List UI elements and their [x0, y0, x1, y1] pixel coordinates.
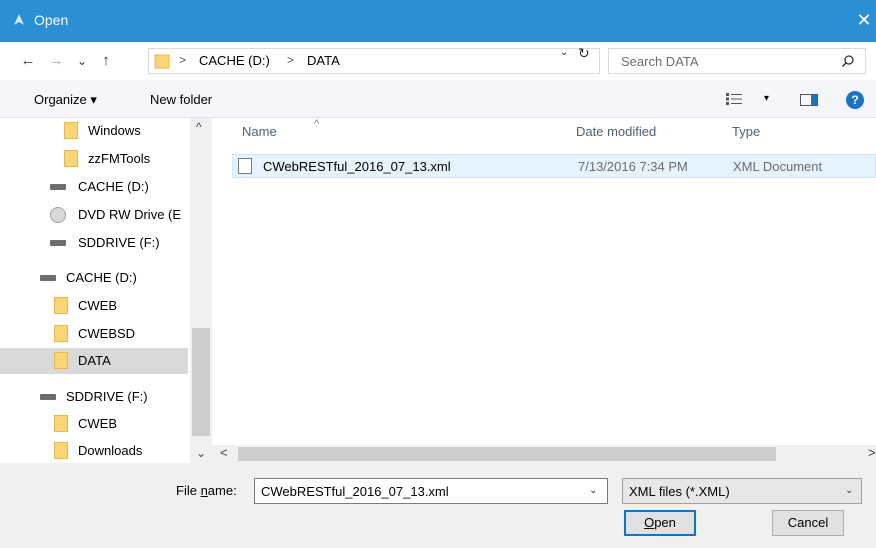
folder-icon — [54, 297, 68, 314]
view-dropdown-icon[interactable]: ▾ — [764, 93, 769, 104]
column-header-name[interactable]: Name ^ — [242, 118, 319, 139]
search-input[interactable]: Search DATA — [608, 48, 866, 74]
file-name-label-accesskey: n — [200, 483, 208, 498]
window-title: Open — [34, 12, 69, 28]
sort-ascending-icon: ^ — [314, 118, 320, 130]
sidebar-item-sddrive-f-expanded[interactable]: SDDRIVE (F:) — [0, 384, 188, 410]
folder-icon — [154, 54, 170, 69]
sidebar-item-dvd-rw-drive[interactable]: DVD RW Drive (E — [0, 202, 188, 228]
xml-file-icon — [238, 158, 252, 174]
file-type-select[interactable]: XML files (*.XML) ⌄ — [622, 478, 862, 504]
address-row: ← → ⌄ ↑ > CACHE (D:) > DATA ⌄ ↻ Search D… — [0, 42, 876, 80]
folder-icon — [54, 325, 68, 342]
sidebar-item-label: DVD RW Drive (E — [78, 207, 182, 222]
search-icon[interactable] — [841, 54, 855, 68]
folder-icon — [64, 122, 78, 139]
cancel-button[interactable]: Cancel — [772, 510, 844, 536]
close-icon[interactable]: ✕ — [852, 10, 876, 30]
open-button[interactable]: Open — [624, 510, 696, 536]
file-list-horizontal-scrollbar[interactable]: < > — [212, 445, 876, 463]
recent-locations-icon[interactable]: ⌄ — [72, 51, 92, 71]
breadcrumb-data[interactable]: DATA — [307, 53, 340, 68]
sidebar-item-zzfmtools[interactable]: zzFMTools — [0, 146, 188, 172]
drive-icon — [50, 184, 66, 190]
sidebar-item-label: SDDRIVE (F:) — [66, 389, 148, 404]
back-arrow-icon[interactable]: ← — [18, 51, 38, 71]
file-date-modified: 7/13/2016 7:34 PM — [578, 159, 688, 174]
file-name-input[interactable]: CWebRESTful_2016_07_13.xml ⌄ — [254, 478, 608, 504]
help-icon[interactable]: ? — [846, 91, 864, 109]
open-button-accesskey: O — [644, 515, 655, 530]
drive-icon — [50, 240, 66, 246]
drive-icon — [40, 394, 56, 400]
navigation-pane: Windows zzFMTools CACHE (D:) DVD RW Driv… — [0, 118, 212, 463]
scroll-down-icon[interactable]: ⌄ — [196, 446, 206, 460]
column-header-label: Name — [242, 124, 277, 139]
app-icon — [14, 14, 24, 25]
column-header-type[interactable]: Type — [732, 124, 760, 139]
folder-icon — [54, 415, 68, 432]
scroll-up-icon[interactable]: ^ — [196, 120, 202, 134]
search-placeholder: Search DATA — [621, 54, 699, 69]
open-button-label: pen — [654, 515, 676, 530]
new-folder-button[interactable]: New folder — [150, 92, 212, 107]
folder-icon — [64, 150, 78, 167]
address-bar[interactable]: > CACHE (D:) > DATA — [148, 48, 600, 74]
file-name: CWebRESTful_2016_07_13.xml — [263, 159, 451, 174]
sidebar-item-sddrive-f[interactable]: SDDRIVE (F:) — [0, 230, 188, 256]
file-type: XML Document — [733, 159, 823, 174]
file-name-label-part: File — [176, 483, 201, 498]
up-arrow-icon[interactable]: ↑ — [96, 51, 116, 71]
chevron-down-icon[interactable]: ⌄ — [589, 485, 597, 496]
preview-pane-icon[interactable] — [800, 94, 818, 106]
sidebar-item-label: CACHE (D:) — [66, 270, 137, 285]
navigation-scrollbar[interactable]: ^ ⌄ — [190, 118, 212, 463]
file-picker-footer: File name: CWebRESTful_2016_07_13.xml ⌄ … — [0, 463, 876, 548]
refresh-icon[interactable]: ↻ — [578, 45, 590, 62]
breadcrumb-cache-d[interactable]: CACHE (D:) — [199, 53, 270, 68]
file-list: Name ^ Date modified Type CWebRESTful_20… — [212, 118, 876, 463]
sidebar-item-windows[interactable]: Windows — [0, 118, 188, 144]
sidebar-item-label: zzFMTools — [88, 151, 151, 166]
view-details-icon[interactable] — [726, 93, 742, 105]
column-header-date-modified[interactable]: Date modified — [576, 124, 656, 139]
sidebar-item-data[interactable]: DATA — [0, 348, 188, 374]
table-row[interactable]: CWebRESTful_2016_07_13.xml 7/13/2016 7:3… — [232, 154, 876, 178]
file-name-value: CWebRESTful_2016_07_13.xml — [261, 484, 449, 499]
file-type-value: XML files (*.XML) — [629, 484, 730, 499]
chevron-down-icon[interactable]: ⌄ — [845, 485, 853, 496]
sidebar-item-label: CWEB — [78, 298, 117, 313]
sidebar-item-label: CACHE (D:) — [78, 179, 149, 194]
scroll-left-icon[interactable]: < — [220, 445, 228, 460]
sidebar-item-cwebsd[interactable]: CWEBSD — [0, 321, 188, 347]
breadcrumb-separator-icon: > — [179, 53, 187, 67]
file-name-label: File name: — [176, 483, 237, 498]
disc-icon — [50, 207, 66, 223]
sidebar-item-label: Windows — [88, 123, 141, 138]
scroll-thumb[interactable] — [192, 328, 210, 436]
scroll-thumb[interactable] — [238, 447, 776, 461]
forward-arrow-icon[interactable]: → — [46, 51, 66, 71]
sidebar-item-downloads[interactable]: Downloads — [0, 438, 188, 463]
sidebar-item-label: Downloads — [78, 443, 143, 458]
sidebar-item-label: CWEB — [78, 416, 117, 431]
sidebar-item-cweb-f[interactable]: CWEB — [0, 411, 188, 437]
sidebar-item-cweb[interactable]: CWEB — [0, 293, 188, 319]
folder-icon — [54, 442, 68, 459]
sidebar-item-cache-d-expanded[interactable]: CACHE (D:) — [0, 265, 188, 291]
folder-icon — [54, 352, 68, 369]
address-dropdown-icon[interactable]: ⌄ — [560, 47, 568, 58]
drive-icon — [40, 275, 56, 281]
command-toolbar: Organize ▾ New folder ▾ ? — [0, 80, 876, 118]
sidebar-item-label: CWEBSD — [78, 326, 136, 341]
sidebar-item-label: DATA — [78, 353, 111, 368]
file-name-label-part: ame: — [207, 483, 237, 498]
title-bar: Open ✕ — [0, 0, 876, 42]
sidebar-item-label: SDDRIVE (F:) — [78, 235, 160, 250]
organize-button[interactable]: Organize ▾ — [34, 92, 97, 108]
scroll-right-icon[interactable]: > — [868, 445, 876, 460]
breadcrumb-separator-icon: > — [287, 53, 295, 67]
sidebar-item-cache-d[interactable]: CACHE (D:) — [0, 174, 188, 200]
